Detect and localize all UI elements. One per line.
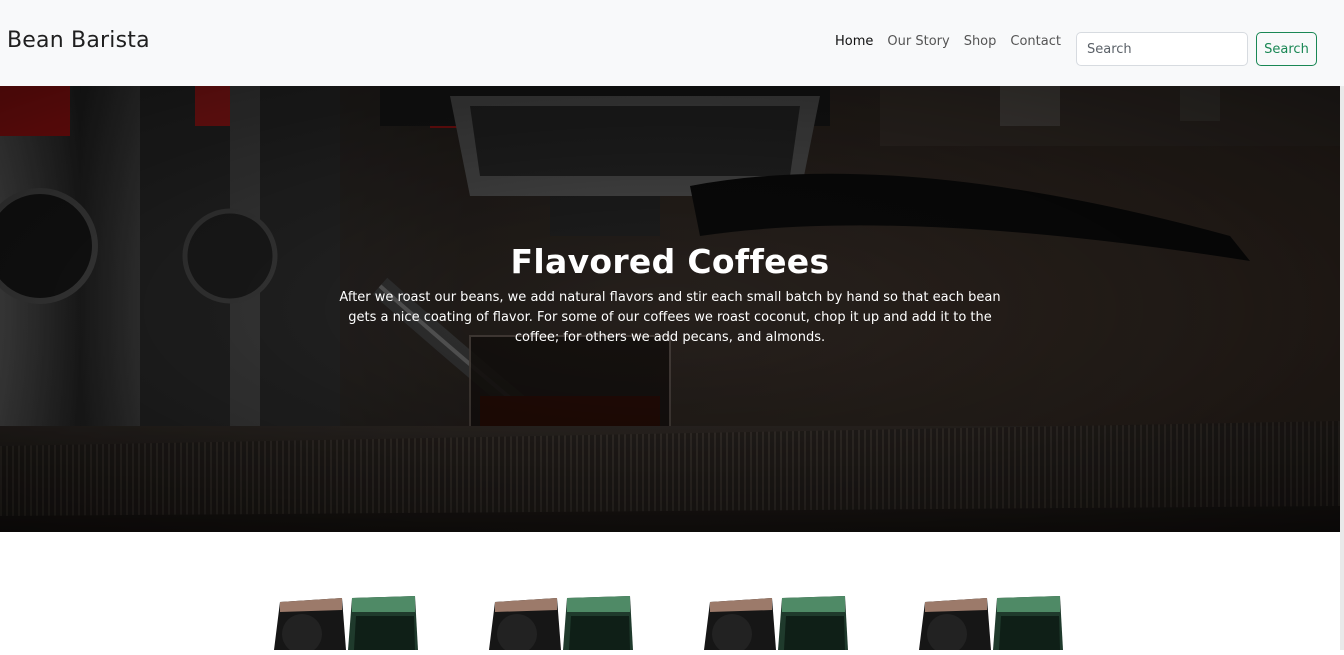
product-image[interactable] (917, 594, 1067, 654)
nav-shop[interactable]: Shop (964, 34, 997, 49)
hero-title: Flavored Coffees (510, 242, 830, 281)
product-image[interactable] (272, 594, 422, 654)
product-image[interactable] (487, 594, 637, 654)
coffee-bags-image (919, 596, 1063, 654)
main-nav: Home Our Story Shop Contact (835, 34, 1075, 49)
nav-contact[interactable]: Contact (1010, 34, 1061, 49)
product-image[interactable] (702, 594, 852, 654)
search-button[interactable]: Search (1256, 32, 1317, 66)
hero-banner: Flavored Coffees After we roast our bean… (0, 86, 1340, 532)
coffee-bags-image (274, 596, 418, 654)
coffee-bags-image (489, 596, 633, 654)
navbar: Bean Barista Home Our Story Shop Contact… (0, 0, 1344, 86)
coffee-bags-image (704, 596, 848, 654)
search-input[interactable] (1076, 32, 1248, 66)
page-scrollbar[interactable] (1340, 86, 1344, 650)
nav-our-story[interactable]: Our Story (887, 34, 949, 49)
nav-home[interactable]: Home (835, 34, 873, 49)
hero-description: After we roast our beans, we add natural… (339, 290, 1001, 345)
product-row (0, 532, 1340, 654)
brand-logo[interactable]: Bean Barista (7, 28, 150, 53)
